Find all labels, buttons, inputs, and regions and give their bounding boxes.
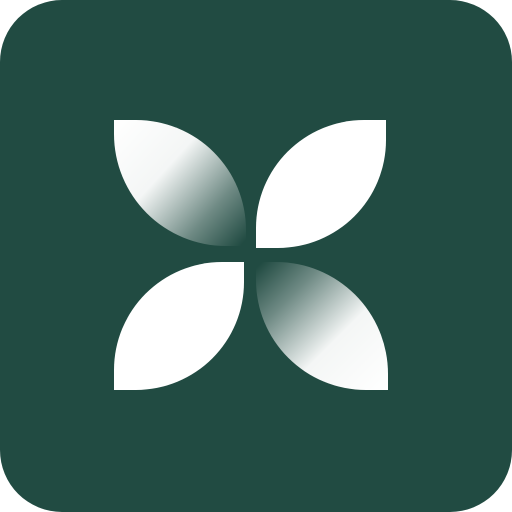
icon-tile-background xyxy=(0,0,512,512)
app-icon xyxy=(0,0,512,512)
app-icon-canvas xyxy=(0,0,512,512)
